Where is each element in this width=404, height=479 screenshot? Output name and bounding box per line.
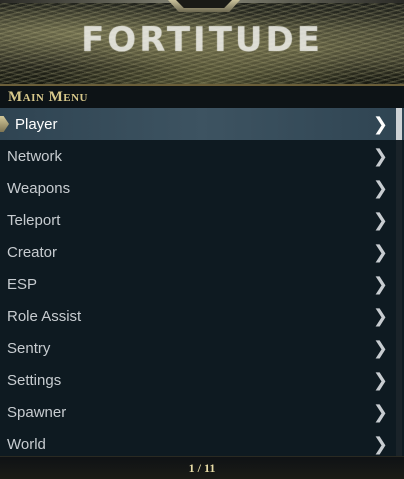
menu-footer: 1 / 11 xyxy=(0,456,404,479)
section-header: Main Menu xyxy=(0,86,404,108)
banner-title: FORTITUDE xyxy=(81,20,323,60)
trainer-menu: FORTITUDE Main Menu Player ❯ Network ❯ W… xyxy=(0,0,404,479)
menu-item-label: Spawner xyxy=(7,404,67,421)
menu-item-label: Settings xyxy=(7,372,62,389)
menu-banner: FORTITUDE xyxy=(0,0,404,86)
menu-item-label: Player xyxy=(15,116,58,133)
menu-item-label: Teleport xyxy=(7,212,61,229)
section-title: Main Menu xyxy=(8,89,88,105)
menu-item-label: World xyxy=(7,436,46,453)
menu-item-label: ESP xyxy=(7,276,38,293)
chevron-right-icon: ❯ xyxy=(372,114,388,135)
menu-scrollbar[interactable] xyxy=(396,108,402,460)
selection-marker-icon xyxy=(0,116,9,132)
chevron-right-icon: ❯ xyxy=(372,402,388,423)
banner-notch-inner xyxy=(176,0,232,8)
menu-item-creator[interactable]: Creator ❯ xyxy=(0,236,404,268)
chevron-right-icon: ❯ xyxy=(372,370,388,391)
chevron-right-icon: ❯ xyxy=(372,242,388,263)
menu-item-spawner[interactable]: Spawner ❯ xyxy=(0,396,404,428)
chevron-right-icon: ❯ xyxy=(372,274,388,295)
chevron-right-icon: ❯ xyxy=(372,306,388,327)
page-indicator: 1 / 11 xyxy=(188,461,216,475)
menu-item-settings[interactable]: Settings ❯ xyxy=(0,364,404,396)
menu-item-label: Weapons xyxy=(7,180,71,197)
menu-item-sentry[interactable]: Sentry ❯ xyxy=(0,332,404,364)
menu-item-label: Sentry xyxy=(7,340,51,357)
menu-item-weapons[interactable]: Weapons ❯ xyxy=(0,172,404,204)
chevron-right-icon: ❯ xyxy=(372,146,388,167)
menu-item-player[interactable]: Player ❯ xyxy=(0,108,404,140)
menu-item-label: Creator xyxy=(7,244,58,261)
menu-item-esp[interactable]: ESP ❯ xyxy=(0,268,404,300)
menu-item-label: Network xyxy=(7,148,63,165)
menu-item-role-assist[interactable]: Role Assist ❯ xyxy=(0,300,404,332)
menu-item-list: Player ❯ Network ❯ Weapons ❯ Teleport ❯ … xyxy=(0,108,404,460)
chevron-right-icon: ❯ xyxy=(372,210,388,231)
scrollbar-thumb[interactable] xyxy=(396,108,402,140)
chevron-right-icon: ❯ xyxy=(372,338,388,359)
chevron-right-icon: ❯ xyxy=(372,178,388,199)
menu-item-network[interactable]: Network ❯ xyxy=(0,140,404,172)
chevron-right-icon: ❯ xyxy=(372,434,388,455)
menu-item-label: Role Assist xyxy=(7,308,82,325)
menu-item-teleport[interactable]: Teleport ❯ xyxy=(0,204,404,236)
